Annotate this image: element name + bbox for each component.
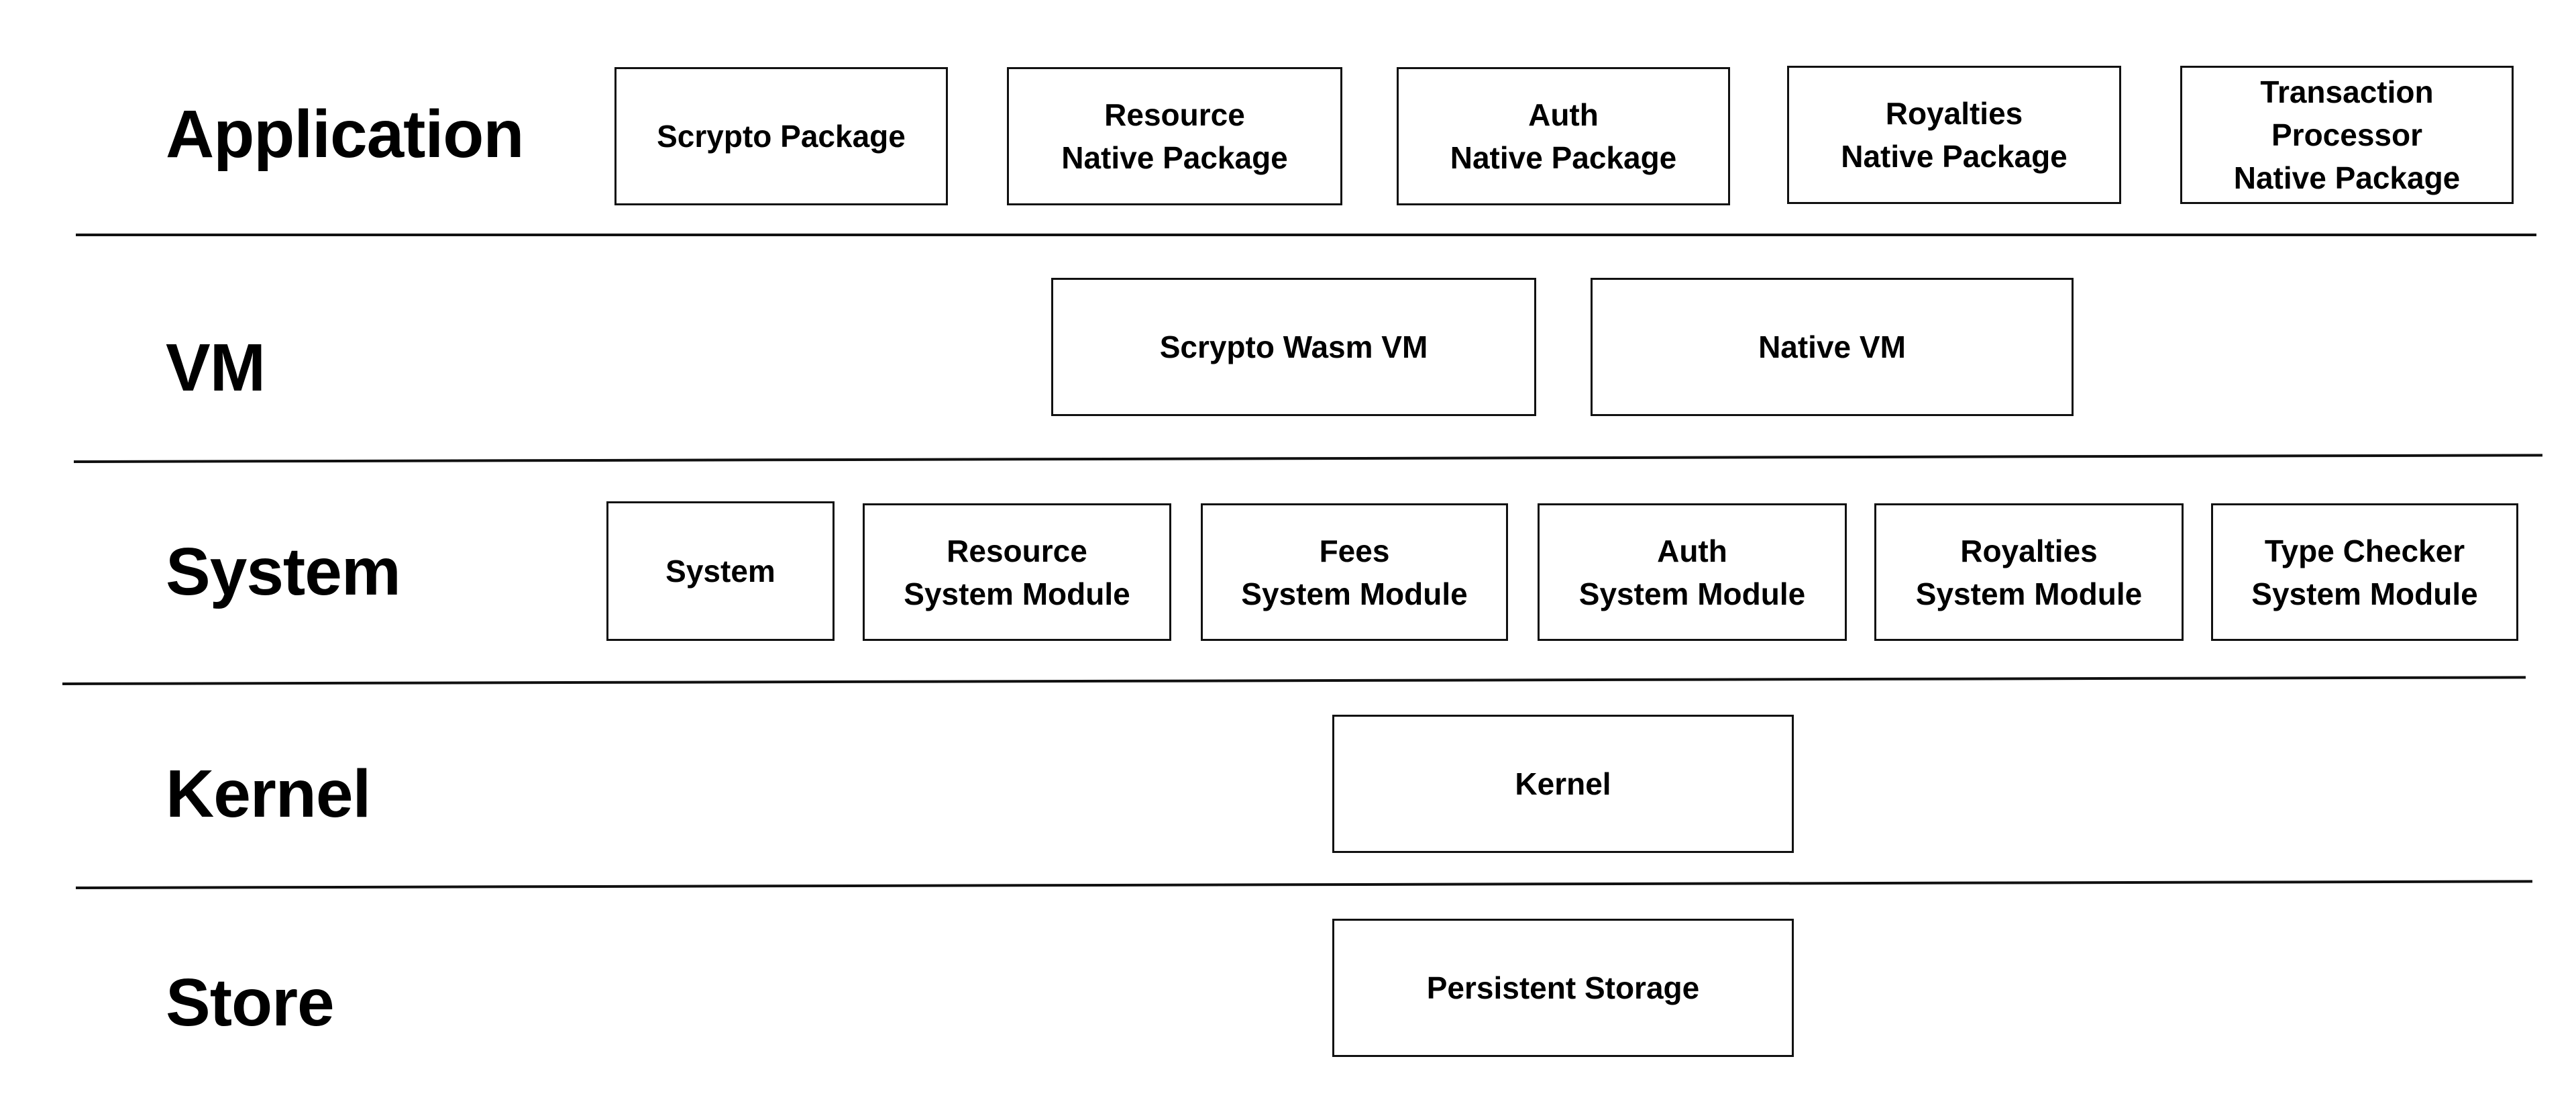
component-label: Resource Native Package: [1061, 97, 1288, 175]
layer-label-kernel: Kernel: [166, 756, 371, 831]
layer-divider: [62, 676, 2526, 685]
component-native-vm: Native VM: [1591, 278, 2074, 416]
component-resource-system-module: Resource System Module: [863, 503, 1171, 641]
component-scrypto-wasm-vm: Scrypto Wasm VM: [1051, 278, 1536, 416]
component-persistent-storage: Persistent Storage: [1332, 919, 1794, 1057]
component-label: System: [665, 554, 775, 589]
layer-label-store: Store: [166, 965, 335, 1040]
layer-label-vm: VM: [166, 330, 266, 405]
component-label: Native VM: [1758, 330, 1906, 364]
component-label: Royalties System Module: [1915, 533, 2143, 611]
component-label: Resource System Module: [904, 533, 1130, 611]
component-kernel: Kernel: [1332, 715, 1794, 853]
component-label: Persistent Storage: [1426, 970, 1700, 1005]
component-type-checker-system-module: Type Checker System Module: [2211, 503, 2518, 641]
component-label: Type Checker System Module: [2251, 533, 2478, 611]
layer-divider: [75, 880, 2532, 889]
component-label: Scrypto Package: [657, 119, 906, 154]
layer-divider: [76, 234, 2536, 236]
component-transaction-processor-native-package: Transaction Processor Native Package: [2180, 66, 2514, 204]
layer-divider: [73, 454, 2542, 463]
component-resource-native-package: Resource Native Package: [1007, 67, 1342, 205]
component-label: Fees System Module: [1241, 533, 1468, 611]
layer-label-system: System: [166, 534, 401, 609]
component-royalties-system-module: Royalties System Module: [1874, 503, 2184, 641]
component-royalties-native-package: Royalties Native Package: [1787, 66, 2121, 204]
component-fees-system-module: Fees System Module: [1201, 503, 1508, 641]
component-auth-native-package: Auth Native Package: [1397, 67, 1730, 205]
layer-label-application: Application: [166, 97, 524, 172]
component-auth-system-module: Auth System Module: [1538, 503, 1847, 641]
component-label: Kernel: [1515, 766, 1611, 801]
component-label: Auth Native Package: [1450, 97, 1677, 175]
component-label: Royalties Native Package: [1841, 96, 2068, 174]
component-system: System: [606, 501, 835, 641]
component-label: Auth System Module: [1578, 533, 1806, 611]
component-scrypto-package: Scrypto Package: [614, 67, 948, 205]
component-label: Scrypto Wasm VM: [1159, 330, 1428, 364]
component-label: Transaction Processor Native Package: [2233, 74, 2461, 195]
